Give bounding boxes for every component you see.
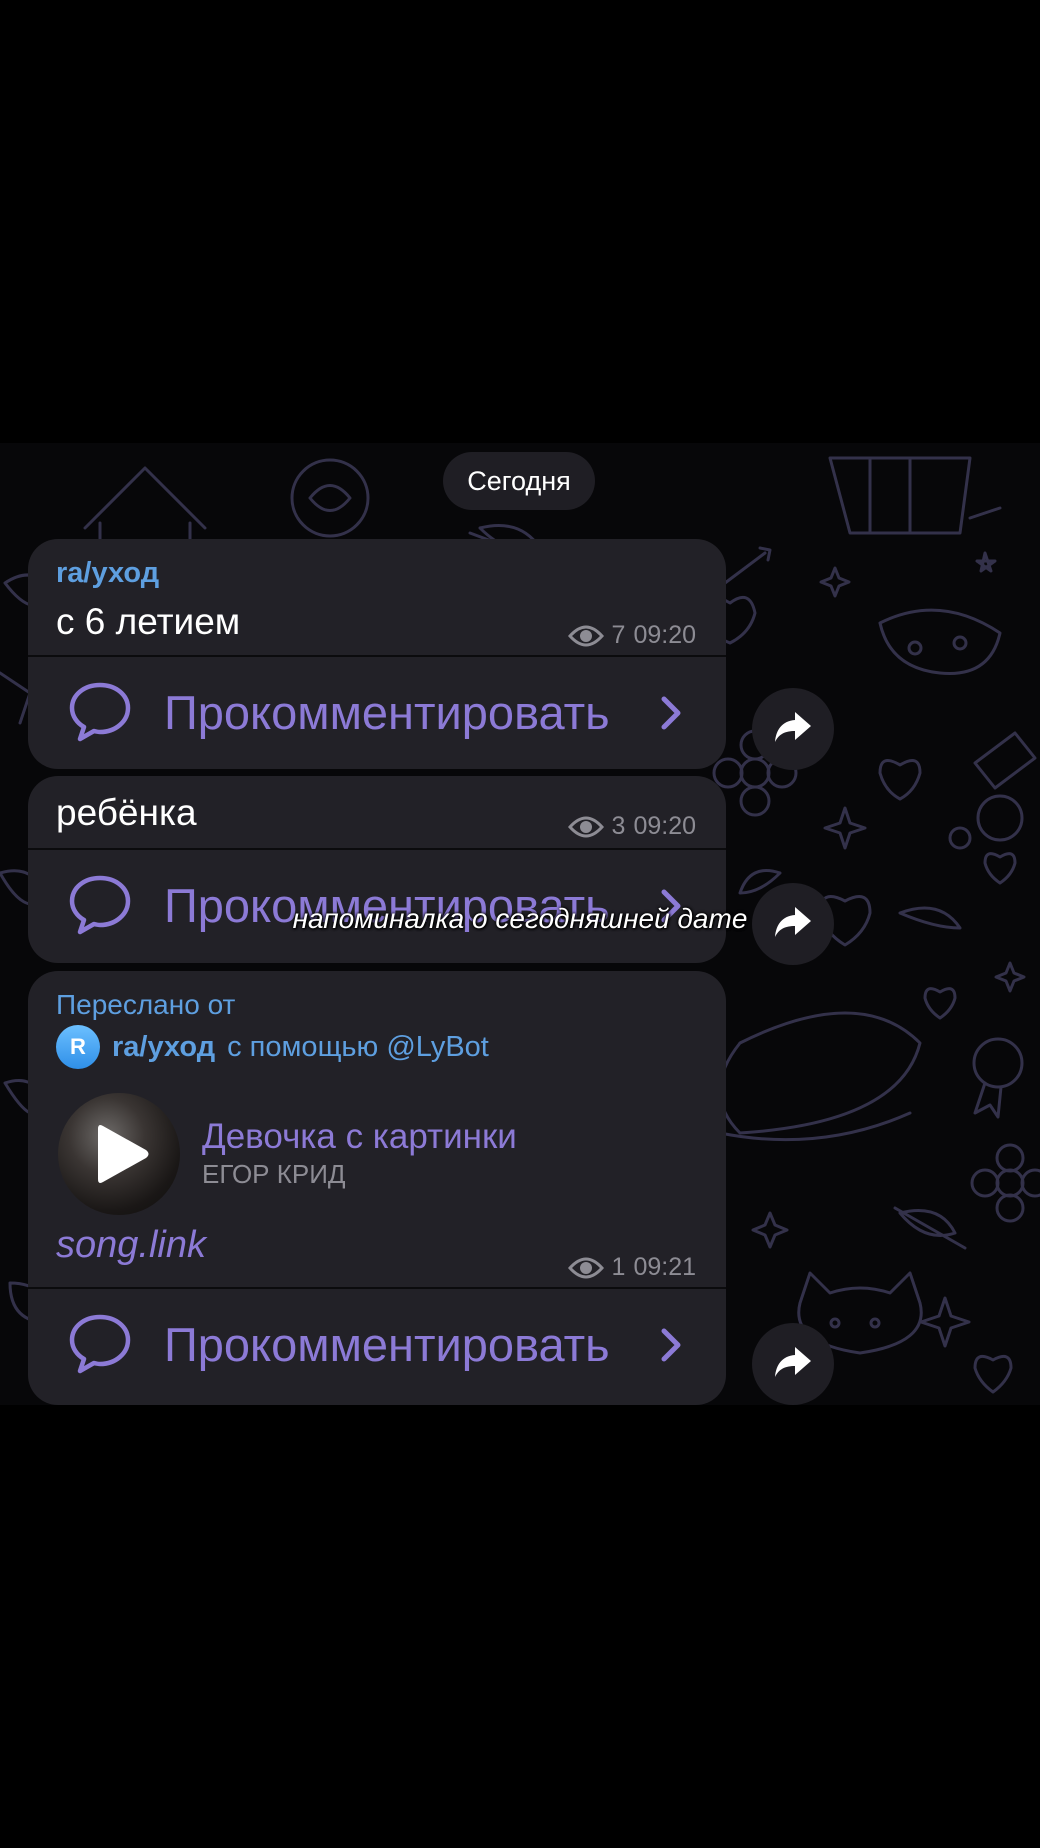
message-text: ребёнка — [56, 792, 197, 833]
song-title[interactable]: Девочка с картинки — [202, 1117, 517, 1157]
play-icon — [98, 1125, 149, 1183]
view-count: 3 — [611, 812, 626, 840]
speech-bubble-icon — [68, 1313, 132, 1380]
message-text: с 6 летием — [56, 601, 241, 642]
forwarded-post-bubble[interactable]: Переслано от R ra/уход с помощью @LyBot … — [28, 971, 726, 1405]
message-time: 09:21 — [633, 1253, 696, 1281]
speech-bubble-icon — [68, 681, 132, 748]
eye-icon — [567, 815, 604, 839]
share-button[interactable] — [752, 1323, 834, 1405]
forwarded-source[interactable]: R ra/уход с помощью @LyBot — [56, 1025, 489, 1069]
chevron-right-icon — [660, 1327, 682, 1368]
video-caption: напоминалка о сегодняшней дате — [292, 903, 748, 934]
share-arrow-icon — [773, 1345, 813, 1384]
comment-button[interactable]: Прокомментировать — [28, 657, 726, 769]
message-meta: 3 09:20 — [567, 812, 696, 841]
forwarded-via-bot[interactable]: с помощью @LyBot — [227, 1031, 489, 1064]
message-meta: 7 09:20 — [567, 621, 696, 650]
eye-icon — [567, 1256, 604, 1280]
comment-label: Прокомментировать — [164, 1318, 610, 1371]
message-meta: 1 09:21 — [567, 1253, 696, 1282]
comment-label: Прокомментировать — [164, 686, 610, 739]
date-separator: Сегодня — [443, 452, 595, 510]
song-cover-play-button[interactable] — [58, 1093, 180, 1215]
channel-post-bubble[interactable]: ra/уход с 6 летием 7 09:20 Прокомментиро… — [28, 539, 726, 769]
comment-button[interactable]: Прокомментировать — [28, 1289, 726, 1401]
message-time: 09:20 — [633, 621, 696, 649]
song-link[interactable]: song.link — [56, 1224, 206, 1267]
forwarded-from-label: Переслано от — [56, 989, 236, 1020]
channel-avatar: R — [56, 1025, 100, 1069]
view-count: 1 — [611, 1253, 626, 1281]
song-artist: ЕГОР КРИД — [202, 1159, 346, 1189]
forwarded-channel-name[interactable]: ra/уход — [112, 1031, 215, 1064]
channel-name[interactable]: ra/уход — [56, 557, 159, 590]
view-count: 7 — [611, 621, 626, 649]
share-arrow-icon — [773, 710, 813, 749]
chevron-right-icon — [660, 695, 682, 736]
message-time: 09:20 — [633, 812, 696, 840]
share-button[interactable] — [752, 688, 834, 770]
eye-icon — [567, 624, 604, 648]
